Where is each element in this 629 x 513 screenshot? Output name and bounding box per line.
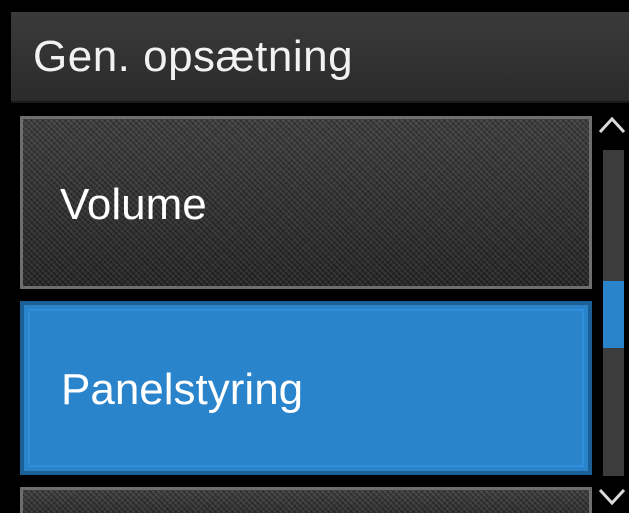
menu-item-panelstyring[interactable]: Panelstyring	[20, 301, 592, 475]
menu-item-next[interactable]	[20, 487, 592, 513]
menu-item-volume[interactable]: Volume	[20, 116, 592, 289]
scrollbar-thumb[interactable]	[603, 281, 624, 348]
chevron-down-icon	[598, 488, 626, 506]
chevron-up-icon	[598, 116, 626, 134]
scrollbar-track[interactable]	[603, 150, 624, 476]
scroll-down-button[interactable]	[596, 484, 629, 510]
page-title: Gen. opsætning	[33, 32, 354, 81]
menu-item-label: Panelstyring	[61, 365, 304, 414]
title-bar: Gen. opsætning	[11, 12, 629, 103]
lcd-screen: Gen. opsætning Volume Panelstyring	[0, 0, 629, 513]
scroll-up-button[interactable]	[596, 112, 629, 138]
menu-item-label: Volume	[60, 180, 207, 229]
menu-list: Volume Panelstyring	[0, 103, 629, 513]
